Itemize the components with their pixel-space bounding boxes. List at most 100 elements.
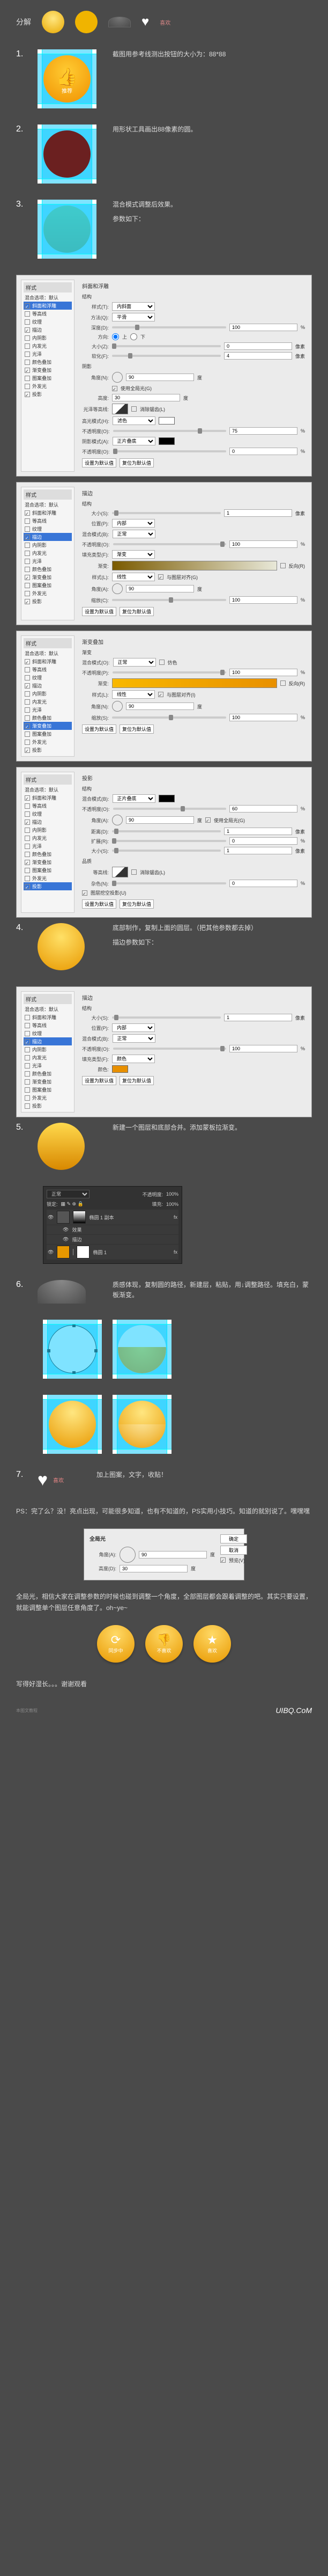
hl-opacity-slider[interactable] bbox=[113, 430, 226, 432]
style-item[interactable]: 外发光 bbox=[24, 382, 72, 390]
style-item[interactable]: 内阴影 bbox=[24, 1045, 72, 1053]
checkbox-icon[interactable] bbox=[25, 659, 30, 664]
style-item[interactable]: 内发光 bbox=[24, 342, 72, 350]
checkbox-icon[interactable] bbox=[25, 731, 30, 737]
eye-icon[interactable]: 👁 bbox=[63, 1236, 69, 1242]
style-item[interactable]: 颜色叠加 bbox=[24, 1070, 72, 1078]
size-slider[interactable] bbox=[112, 512, 221, 514]
checkbox-icon[interactable] bbox=[25, 335, 30, 341]
layer-name[interactable]: 椭圆 1 副本 bbox=[89, 1214, 114, 1221]
style-item[interactable]: 内发光 bbox=[24, 549, 72, 557]
dir-up-radio[interactable] bbox=[112, 333, 119, 340]
angle-input[interactable] bbox=[126, 585, 194, 592]
style-item[interactable]: 内阴影 bbox=[24, 334, 72, 342]
like-button[interactable]: ★ 喜欢 bbox=[193, 1625, 231, 1663]
scale-slider[interactable] bbox=[112, 599, 226, 601]
set-default-button[interactable]: 设置为默认值 bbox=[82, 899, 116, 909]
checkbox-icon[interactable] bbox=[25, 691, 30, 697]
style-item[interactable]: 纹理 bbox=[24, 318, 72, 326]
checkbox-icon[interactable] bbox=[25, 384, 30, 389]
opacity-input[interactable] bbox=[229, 540, 297, 548]
style-item[interactable]: 混合选项：默认 bbox=[24, 786, 72, 794]
style-item[interactable]: 等高线 bbox=[24, 665, 72, 674]
style-item[interactable]: 渐变叠加 bbox=[24, 573, 72, 581]
checkbox-icon[interactable] bbox=[25, 1103, 30, 1109]
style-item[interactable]: 光泽 bbox=[24, 706, 72, 714]
highlight-mode-select[interactable]: 滤色 bbox=[113, 416, 155, 425]
fx-badge[interactable]: fx bbox=[174, 1249, 177, 1255]
size-input[interactable] bbox=[224, 847, 292, 854]
cancel-button[interactable]: 取消 bbox=[220, 1546, 247, 1555]
checkbox-icon[interactable] bbox=[25, 352, 30, 357]
color-picker[interactable] bbox=[112, 1065, 128, 1073]
size-slider[interactable] bbox=[112, 345, 221, 347]
style-item[interactable]: 投影 bbox=[24, 597, 72, 605]
style-item-bevel[interactable]: 斜面和浮雕 bbox=[24, 302, 72, 310]
checkbox-icon[interactable] bbox=[25, 836, 30, 841]
style-item[interactable]: 斜面和浮雕 bbox=[24, 1013, 72, 1021]
checkbox-icon[interactable] bbox=[25, 510, 30, 516]
gradient-picker[interactable] bbox=[112, 561, 277, 570]
checkbox-icon[interactable] bbox=[25, 667, 30, 672]
reset-default-button[interactable]: 复位为默认值 bbox=[120, 899, 154, 909]
style-item-stroke[interactable]: 描边 bbox=[24, 533, 72, 541]
checkbox-icon[interactable] bbox=[25, 599, 30, 604]
reverse-checkbox[interactable] bbox=[280, 680, 286, 686]
fx-badge[interactable]: fx bbox=[174, 1214, 177, 1220]
method-select[interactable]: 平滑 bbox=[112, 313, 155, 321]
soften-input[interactable] bbox=[224, 352, 292, 360]
preview-checkbox[interactable] bbox=[220, 1557, 226, 1563]
checkbox-icon[interactable] bbox=[25, 819, 30, 825]
highlight-color[interactable] bbox=[159, 417, 175, 425]
layer-row[interactable]: 👁 椭圆 1 fx bbox=[47, 1245, 178, 1260]
checkbox-icon[interactable] bbox=[25, 376, 30, 381]
checkbox-icon[interactable] bbox=[25, 583, 30, 588]
checkbox-icon[interactable] bbox=[25, 543, 30, 548]
checkbox-icon[interactable] bbox=[25, 1087, 30, 1093]
checkbox-icon[interactable] bbox=[25, 526, 30, 532]
style-item[interactable]: 内发光 bbox=[24, 1053, 72, 1062]
contour-picker[interactable] bbox=[112, 867, 128, 877]
angle-input[interactable] bbox=[126, 374, 194, 381]
checkbox-icon[interactable] bbox=[25, 811, 30, 817]
blend-select[interactable]: 正常 bbox=[113, 530, 155, 538]
reset-default-button[interactable]: 复位为默认值 bbox=[120, 458, 154, 467]
style-item[interactable]: 等高线 bbox=[24, 802, 72, 810]
sh-opacity-input[interactable] bbox=[229, 448, 297, 455]
checkbox-icon[interactable] bbox=[25, 852, 30, 857]
set-default-button[interactable]: 设置为默认值 bbox=[82, 458, 116, 467]
layer-sub[interactable]: 👁效果 bbox=[47, 1225, 178, 1234]
opacity-input[interactable] bbox=[229, 1045, 297, 1052]
opacity-input[interactable] bbox=[229, 805, 297, 813]
style-item[interactable]: 纹理 bbox=[24, 1029, 72, 1037]
set-default-button[interactable]: 设置为默认值 bbox=[82, 1076, 116, 1085]
shadow-color[interactable] bbox=[159, 437, 175, 445]
style-item[interactable]: 混合选项：默认 bbox=[24, 294, 72, 302]
style-item[interactable]: 外发光 bbox=[24, 589, 72, 597]
checkbox-icon[interactable] bbox=[25, 1055, 30, 1060]
align-checkbox[interactable] bbox=[158, 574, 163, 580]
checkbox-icon[interactable] bbox=[25, 518, 30, 524]
angle-dial[interactable] bbox=[112, 815, 123, 825]
style-item[interactable]: 内阴影 bbox=[24, 690, 72, 698]
style-item[interactable]: 光泽 bbox=[24, 350, 72, 358]
depth-input[interactable] bbox=[229, 324, 297, 331]
checkbox-icon[interactable] bbox=[25, 860, 30, 865]
scale-slider[interactable] bbox=[112, 716, 226, 719]
style-item[interactable]: 图案叠加 bbox=[24, 730, 72, 738]
checkbox-icon[interactable] bbox=[25, 1047, 30, 1052]
size-input[interactable] bbox=[224, 509, 292, 517]
layer-row[interactable]: 👁 椭圆 1 副本 fx bbox=[47, 1210, 178, 1225]
angle-dial[interactable] bbox=[112, 583, 123, 594]
style-item[interactable]: 纹理 bbox=[24, 810, 72, 818]
global-light-checkbox[interactable] bbox=[112, 386, 117, 391]
opacity-input[interactable] bbox=[229, 669, 297, 676]
soften-slider[interactable] bbox=[112, 355, 221, 357]
checkbox-icon[interactable] bbox=[25, 575, 30, 580]
depth-slider[interactable] bbox=[112, 326, 226, 328]
blend-select[interactable]: 正片叠底 bbox=[113, 794, 155, 803]
style-item[interactable]: 描边 bbox=[24, 326, 72, 334]
style-item[interactable]: 斜面和浮雕 bbox=[24, 657, 72, 665]
filltype-select[interactable]: 颜色 bbox=[112, 1055, 155, 1063]
style-item[interactable]: 斜面和浮雕 bbox=[24, 509, 72, 517]
